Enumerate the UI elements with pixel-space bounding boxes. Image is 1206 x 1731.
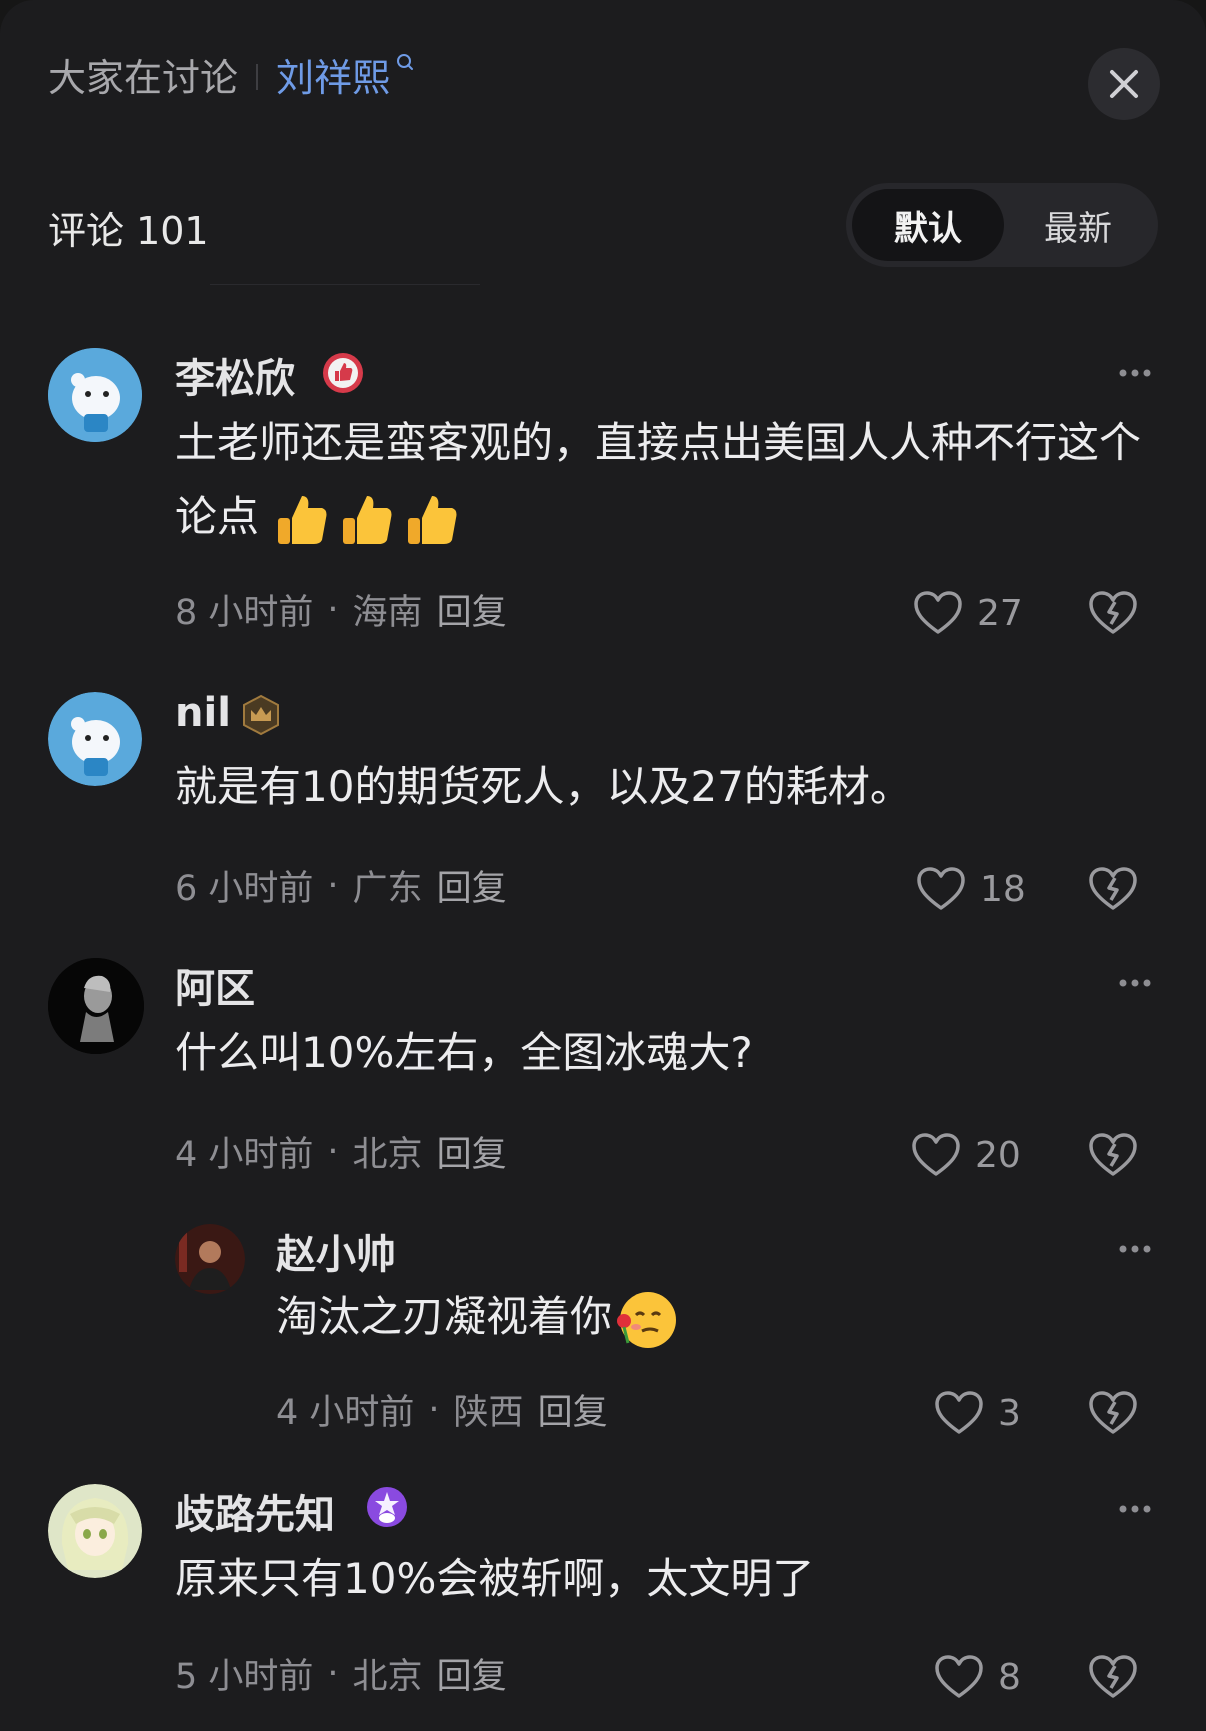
header-divider (256, 64, 259, 90)
thumbs-up-badge-icon (323, 353, 363, 393)
comment-text: 淘汰之刃凝视着你 (276, 1292, 613, 1341)
close-icon (1110, 70, 1138, 98)
reply-button[interactable]: 回复 (437, 1648, 507, 1699)
heart-icon (912, 1133, 960, 1176)
reply-button[interactable]: 回复 (437, 1126, 507, 1177)
like-count: 18 (980, 868, 1026, 910)
comment-text: 什么叫10%左右，全图冰魂大? (175, 1028, 753, 1077)
sort-latest-button[interactable]: 最新 (1004, 189, 1152, 261)
reply-button[interactable]: 回复 (437, 584, 507, 635)
avatar[interactable] (48, 1484, 142, 1578)
discussion-title: 大家在讨论 (48, 55, 239, 100)
comment-time: 5 小时前 (175, 1657, 314, 1697)
like-count: 20 (975, 1134, 1021, 1176)
avatar[interactable] (48, 958, 144, 1054)
broken-heart-icon[interactable] (1088, 1132, 1138, 1178)
broken-heart-icon[interactable] (1088, 590, 1138, 636)
comment-location: 北京 (352, 1657, 423, 1697)
person-avatar-image (175, 1224, 245, 1294)
broken-heart-icon[interactable] (1088, 1654, 1138, 1700)
sort-toggle: 默认 最新 (846, 183, 1158, 267)
anime-avatar-image (48, 1484, 142, 1578)
heart-icon (917, 867, 965, 910)
thumbs-up-emoji-icon (343, 495, 392, 544)
comment-meta: 4 小时前 · 陕西 回复 (276, 1384, 608, 1435)
comment-time: 8 小时前 (175, 593, 314, 633)
like-button[interactable]: 3 (934, 1390, 1021, 1436)
comment-time: 4 小时前 (276, 1393, 415, 1433)
comment-location: 陕西 (453, 1393, 524, 1433)
star-badge-icon (367, 1487, 407, 1527)
avatar[interactable] (175, 1224, 245, 1294)
like-button[interactable]: 8 (934, 1654, 1021, 1700)
comment-location: 广东 (352, 869, 423, 909)
comment-meta: 4 小时前 · 北京 回复 (175, 1126, 507, 1177)
username[interactable]: nil (175, 690, 231, 736)
avatar[interactable] (48, 692, 142, 786)
bear-avatar-image (48, 348, 142, 442)
avatar[interactable] (48, 348, 142, 442)
sheet-header: 大家在讨论 刘祥熙 (48, 48, 416, 100)
like-button[interactable]: 27 (913, 590, 1023, 636)
heart-icon (914, 591, 962, 634)
comment-meta: 6 小时前 · 广东 回复 (175, 860, 507, 911)
username[interactable]: 赵小帅 (276, 1222, 396, 1280)
reply-button[interactable]: 回复 (437, 860, 507, 911)
heart-icon (935, 1655, 983, 1698)
comment-location: 海南 (352, 593, 423, 633)
like-count: 3 (998, 1392, 1021, 1434)
thumbs-up-emoji-icon (408, 495, 457, 544)
thumbs-up-emoji-group (272, 492, 462, 544)
broken-heart-icon[interactable] (1088, 866, 1138, 912)
username[interactable]: 阿区 (175, 956, 255, 1014)
like-count: 27 (977, 592, 1023, 634)
more-dots-icon[interactable] (1118, 368, 1152, 378)
comment-text-block: 土老师还是蛮客观的，直接点出美国人人种不行这个论点 (175, 406, 1160, 554)
username[interactable]: 歧路先知 (175, 1482, 335, 1540)
comments-sheet: 大家在讨论 刘祥熙 评论 101 默认 最新 李松欣 土老师还是蛮客观的，直接点… (0, 0, 1206, 1731)
more-dots-icon[interactable] (1118, 978, 1152, 988)
comment-time: 6 小时前 (175, 869, 314, 909)
comment-count: 评论 101 (48, 209, 209, 253)
sort-default-button[interactable]: 默认 (852, 189, 1004, 261)
more-dots-icon[interactable] (1118, 1504, 1152, 1514)
comment-meta: 5 小时前 · 北京 回复 (175, 1648, 507, 1699)
comment-time: 4 小时前 (175, 1135, 314, 1175)
like-button[interactable]: 20 (911, 1132, 1021, 1178)
reply-button[interactable]: 回复 (538, 1384, 608, 1435)
statue-avatar-image (48, 958, 144, 1054)
comment-text: 原来只有10%会被斩啊，太文明了 (175, 1554, 815, 1603)
broken-heart-icon[interactable] (1088, 1390, 1138, 1436)
thumbs-up-emoji-icon (278, 495, 327, 544)
comment-location: 北京 (352, 1135, 423, 1175)
search-icon[interactable] (394, 52, 416, 74)
close-button[interactable] (1088, 48, 1160, 120)
heart-icon (935, 1391, 983, 1434)
bear-avatar-image (48, 692, 142, 786)
comment-meta: 8 小时前 · 海南 回复 (175, 584, 507, 635)
like-count: 8 (998, 1656, 1021, 1698)
topic-link[interactable]: 刘祥熙 (276, 47, 390, 102)
smirk-flower-emoji-icon (617, 1291, 677, 1348)
comment-text: 就是有10的期货死人，以及27的耗材。 (175, 762, 912, 811)
more-dots-icon[interactable] (1118, 1244, 1152, 1254)
username[interactable]: 李松欣 (175, 346, 295, 404)
like-button[interactable]: 18 (916, 866, 1026, 912)
divider (210, 284, 480, 285)
crown-badge-icon (243, 694, 279, 736)
comment-text-block: 淘汰之刃凝视着你 (276, 1280, 1156, 1354)
